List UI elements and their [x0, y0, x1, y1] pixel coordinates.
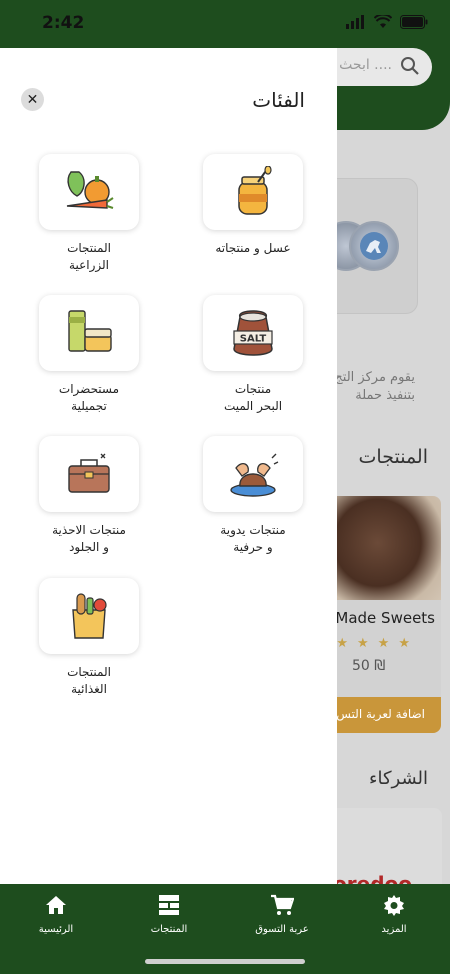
grocery-bag-icon — [72, 593, 107, 639]
nav-label: عربة التسوق — [255, 924, 309, 935]
category-label: المنتجات الغذائية — [67, 665, 111, 696]
product-price: 50 ₪ — [352, 658, 386, 674]
status-icons — [346, 15, 428, 29]
nav-item-more[interactable]: المزيد — [349, 892, 439, 935]
categories-drawer: الفئات ✕ عسل و منتجاته المنتجات الزراعية… — [0, 48, 337, 884]
nav-label: المنتجات — [150, 924, 188, 935]
category-leather[interactable]: منتجات الاحذية و الجلود — [24, 436, 154, 556]
category-food[interactable]: المنتجات الغذائية — [24, 578, 154, 698]
category-dead-sea[interactable]: SALT منتجات البحر الميت — [188, 295, 318, 415]
battery-icon — [400, 15, 428, 29]
leather-bag-icon — [68, 453, 110, 493]
bottom-nav: المزيد عربة التسوق المنتجات الرئيسية — [0, 884, 450, 974]
cosmetics-icon — [68, 310, 112, 352]
category-tile — [39, 295, 139, 371]
drawer-title: الفئات — [252, 88, 305, 112]
close-button[interactable]: ✕ — [21, 88, 44, 111]
search-placeholder: ابحث .... — [339, 57, 392, 73]
status-time: 2:42 — [42, 13, 85, 33]
category-tile — [39, 578, 139, 654]
category-label: مستحضرات تجميلية — [58, 382, 120, 413]
category-tile — [203, 154, 303, 230]
category-tile — [39, 436, 139, 512]
category-handicrafts[interactable]: منتجات يدوية و حرفية — [188, 436, 318, 556]
horse-icon — [360, 232, 388, 260]
nav-item-home[interactable]: الرئيسية — [11, 892, 101, 935]
banner-text: بتنفيذ حملة — [355, 388, 415, 403]
home-icon — [46, 896, 66, 914]
vegetables-icon — [66, 171, 114, 209]
pottery-hands-icon — [230, 453, 279, 497]
honey-jar-icon — [238, 166, 272, 215]
nav-item-products[interactable]: المنتجات — [124, 892, 214, 935]
partners-heading: الشركاء — [369, 768, 428, 789]
list-icon — [159, 895, 179, 915]
category-label: المنتجات الزراعية — [67, 241, 111, 272]
nav-item-cart[interactable]: عربة التسوق — [237, 892, 327, 935]
cart-icon — [271, 894, 294, 915]
search-icon — [401, 57, 419, 75]
app-screen: 2:42 ابحث .... يقوم مركز التج بتنفيذ حمل… — [0, 0, 450, 974]
category-tile — [203, 436, 303, 512]
category-label: منتجات البحر الميت — [223, 382, 283, 413]
signal-icon — [346, 15, 364, 29]
category-agricultural[interactable]: المنتجات الزراعية — [24, 154, 154, 274]
category-honey[interactable]: عسل و منتجاته — [188, 154, 318, 257]
home-indicator — [145, 959, 305, 964]
svg-text:SALT: SALT — [240, 334, 267, 345]
category-tile — [39, 154, 139, 230]
gear-icon — [384, 895, 404, 916]
category-label: منتجات يدوية و حرفية — [220, 523, 286, 554]
category-label: منتجات الاحذية و الجلود — [52, 523, 126, 554]
nav-label: المزيد — [381, 924, 407, 935]
salt-sack-icon: SALT — [233, 310, 273, 356]
nav-label: الرئيسية — [38, 924, 74, 935]
wifi-icon — [374, 15, 392, 28]
category-cosmetics[interactable]: مستحضرات تجميلية — [24, 295, 154, 415]
banner-text: يقوم مركز التج — [334, 370, 415, 385]
products-heading: المنتجات — [358, 446, 428, 468]
category-tile: SALT — [203, 295, 303, 371]
close-icon: ✕ — [26, 91, 39, 108]
rating-stars: ★★★★ — [336, 636, 419, 651]
category-label: عسل و منتجاته — [215, 241, 291, 255]
coin-image — [349, 221, 399, 271]
status-bar: 2:42 — [0, 0, 450, 48]
product-title: e Made Sweets — [321, 609, 435, 627]
